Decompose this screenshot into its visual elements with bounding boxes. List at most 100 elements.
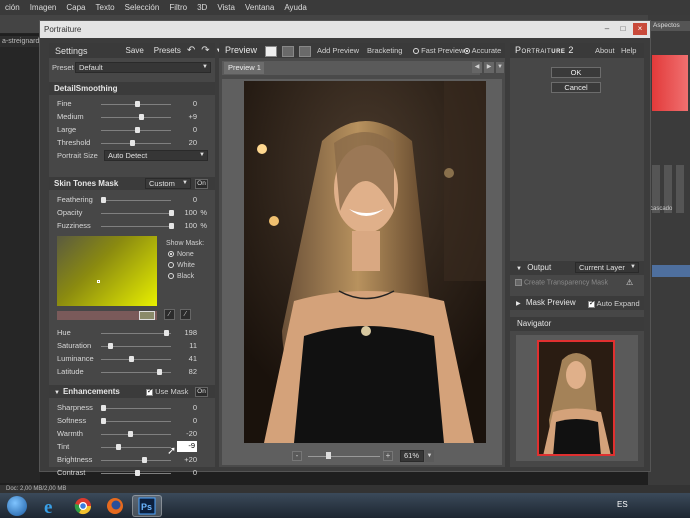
brightness-slider-thumb[interactable] — [141, 457, 147, 463]
language-indicator[interactable]: ES — [617, 500, 628, 509]
auto-expand-checkbox[interactable]: Auto Expand — [588, 299, 640, 308]
output-dropdown[interactable]: Current Layer ▼ — [575, 262, 639, 273]
warmth-slider[interactable] — [101, 434, 171, 435]
preview-canvas[interactable] — [222, 79, 502, 465]
ps-aspect-label[interactable]: Aspectos — [650, 21, 690, 31]
close-button[interactable]: × — [633, 23, 647, 35]
contrast-slider-thumb[interactable] — [135, 470, 140, 476]
save-button[interactable]: Save — [126, 46, 144, 55]
accurate-radio[interactable]: Accurate — [464, 46, 501, 55]
hue-slider-thumb[interactable] — [163, 330, 169, 336]
cancel-button[interactable]: Cancel — [551, 82, 601, 93]
sharpness-slider-thumb[interactable] — [101, 405, 106, 411]
tab-next-icon[interactable]: ▶ — [484, 62, 494, 73]
tint-slider[interactable] — [101, 447, 171, 448]
zoom-value[interactable]: 61% — [400, 450, 424, 462]
navigator-header[interactable]: Navigator — [510, 317, 644, 331]
skin-tone-swatch[interactable] — [139, 311, 155, 320]
threshold-slider[interactable] — [101, 143, 171, 144]
zoom-in-button[interactable]: + — [383, 451, 393, 461]
zoom-out-button[interactable]: - — [292, 451, 302, 461]
dialog-titlebar[interactable]: Portraiture – □ × — [40, 21, 650, 38]
ps-menu-item[interactable]: Vista — [212, 3, 240, 12]
split-horizontal-icon[interactable] — [282, 46, 294, 57]
tint-value[interactable]: -9 — [177, 441, 197, 452]
ps-menu-item[interactable]: Ayuda — [279, 3, 312, 12]
ps-document-tab[interactable]: a-streignard. — [0, 36, 42, 47]
threshold-slider-thumb[interactable] — [129, 140, 135, 146]
fuzziness-slider-thumb[interactable] — [169, 223, 174, 229]
luminance-slider[interactable] — [101, 359, 171, 360]
preset-dropdown[interactable]: Default ▼ — [75, 62, 211, 73]
bracketing-button[interactable]: Bracketing — [367, 46, 402, 55]
opacity-slider-thumb[interactable] — [169, 210, 174, 216]
ok-button[interactable]: OK — [551, 67, 601, 78]
eyedropper-icon[interactable]: ⁄ — [164, 309, 175, 320]
ps-menu-item[interactable]: ción — [0, 3, 25, 12]
skin-tone-strip[interactable] — [57, 311, 157, 320]
fine-slider-thumb[interactable] — [135, 101, 140, 107]
single-view-icon[interactable] — [265, 46, 277, 57]
taskbar-photoshop-button[interactable]: Ps — [132, 494, 162, 517]
large-slider-thumb[interactable] — [135, 127, 140, 133]
ps-menu-item[interactable]: Capa — [61, 3, 90, 12]
enhancements-on-button[interactable]: On — [195, 387, 208, 397]
tint-slider-thumb[interactable] — [115, 444, 121, 450]
zoom-dropdown-icon[interactable]: ▼ — [425, 450, 434, 462]
medium-slider[interactable] — [101, 117, 171, 118]
fast-preview-radio[interactable]: Fast Preview — [413, 46, 464, 55]
transparency-mask-checkbox[interactable]: Create Transparency Mask — [515, 279, 608, 286]
split-vertical-icon[interactable] — [299, 46, 311, 57]
softness-slider[interactable] — [101, 421, 171, 422]
sharpness-slider[interactable] — [101, 408, 171, 409]
skin-color-picker[interactable] — [57, 236, 157, 306]
presets-button[interactable]: Presets — [154, 46, 181, 55]
tab-menu-icon[interactable]: ▼ — [496, 62, 504, 73]
feathering-slider-thumb[interactable] — [101, 197, 106, 203]
ps-menu-item[interactable]: 3D — [192, 3, 212, 12]
hue-slider[interactable] — [101, 333, 171, 334]
opacity-slider[interactable] — [101, 213, 171, 214]
navigator-area[interactable] — [516, 335, 638, 461]
undo-icon[interactable]: ↶ — [187, 45, 195, 56]
fuzziness-slider[interactable] — [101, 226, 171, 227]
ps-menu-item[interactable]: Imagen — [25, 3, 62, 12]
enhancements-title[interactable]: ▼ Enhancements — [49, 385, 215, 398]
start-button[interactable] — [0, 493, 34, 518]
ps-color-swatch[interactable] — [652, 55, 688, 111]
ps-menu-item[interactable]: Texto — [91, 3, 120, 12]
detail-smoothing-title[interactable]: DetailSmoothing — [49, 82, 215, 95]
add-preview-button[interactable]: Add Preview — [317, 46, 359, 55]
ps-menu-item[interactable]: Selección — [120, 3, 165, 12]
ps-menu-item[interactable]: Ventana — [240, 3, 279, 12]
warmth-slider-thumb[interactable] — [128, 431, 134, 437]
ps-selected-layer[interactable] — [652, 265, 690, 277]
zoom-slider[interactable] — [308, 456, 380, 457]
redo-icon[interactable]: ↷ — [201, 45, 209, 56]
show-mask-option[interactable]: None — [168, 251, 194, 258]
medium-slider-thumb[interactable] — [139, 114, 145, 120]
show-mask-option[interactable]: White — [168, 262, 195, 269]
tab-prev-icon[interactable]: ◀ — [472, 62, 482, 73]
preview-tab[interactable]: Preview 1 — [224, 62, 264, 74]
eyedropper-minus-icon[interactable]: ⁄ — [180, 309, 191, 320]
about-button[interactable]: About — [595, 46, 615, 55]
feathering-slider[interactable] — [101, 200, 171, 201]
ps-menu-item[interactable]: Filtro — [164, 3, 192, 12]
minimize-button[interactable]: – — [600, 23, 614, 35]
use-mask-checkbox[interactable]: Use Mask — [146, 387, 188, 396]
brightness-slider[interactable] — [101, 460, 171, 461]
skin-mode-dropdown[interactable]: Custom ▼ — [145, 178, 191, 189]
latitude-slider-thumb[interactable] — [156, 369, 162, 375]
maximize-button[interactable]: □ — [616, 23, 630, 35]
saturation-slider-thumb[interactable] — [108, 343, 114, 349]
show-mask-option[interactable]: Black — [168, 273, 194, 280]
taskbar-firefox-button[interactable] — [100, 495, 130, 517]
zoom-slider-thumb[interactable] — [326, 452, 331, 459]
softness-slider-thumb[interactable] — [101, 418, 106, 424]
color-picker-marker[interactable] — [97, 280, 100, 283]
skin-on-button[interactable]: On — [195, 179, 208, 189]
portrait-size-dropdown[interactable]: Auto Detect ▼ — [104, 150, 208, 161]
taskbar-chrome-button[interactable] — [68, 495, 98, 517]
luminance-slider-thumb[interactable] — [128, 356, 134, 362]
